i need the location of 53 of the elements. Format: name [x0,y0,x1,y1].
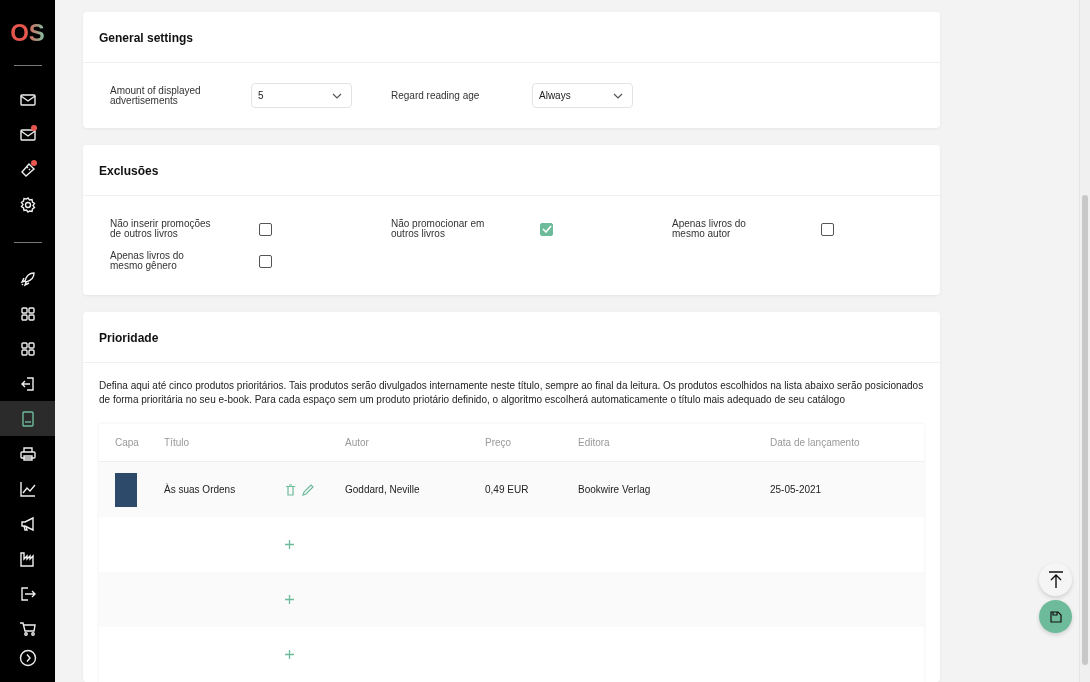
column-header: Autor [345,437,370,448]
field-label: Amount of displayed advertisements [110,85,202,106]
dropdown[interactable]: 5 [251,83,352,108]
grid-icon [18,339,37,358]
checkbox[interactable] [259,254,272,268]
notification-dot [31,160,37,166]
exit-icon [18,584,37,603]
column-header: Preço [485,437,513,448]
dropdown[interactable]: Always [532,83,633,108]
ticket-icon [18,160,37,179]
plus-icon [285,650,294,659]
grid-icon [18,304,37,323]
checkbox[interactable] [821,222,834,236]
line-chart-icon [18,479,37,498]
chevron-down-icon [613,92,623,99]
table-cell-text: Goddard, Neville [345,484,421,495]
checkbox-label: Não inserir promoções de outros livros [110,219,212,239]
card-title: General settings [83,12,940,63]
plus-icon [285,595,294,604]
arrow-up-icon [1047,571,1064,588]
factory-icon [18,549,37,568]
save-button[interactable] [1039,600,1072,633]
card-title: Prioridade [83,312,940,363]
column-header: Capa [114,437,140,448]
checkbox[interactable] [540,222,553,236]
table-cell-text: 25-05-2021 [770,484,823,495]
checkbox-label: Apenas livros do mesmo gênero [110,251,185,271]
notification-dot [31,125,37,131]
table-cell-text: Bookwire Verlag [578,484,652,495]
trash-icon [285,483,296,496]
settings-icon [18,195,37,214]
column-header: Data de lançamento [770,437,861,448]
megaphone-icon [18,514,37,533]
column-header: Editora [578,437,611,448]
chevron-down-icon [332,92,342,99]
card-title: Exclusões [83,145,940,196]
pencil-icon [302,483,314,496]
table-cell: Às suas Ordens [164,484,236,495]
column-header: Título [164,437,190,448]
scrollbar-thumb[interactable] [1082,195,1088,665]
table-cell-text: 0,49 EUR [485,484,530,495]
scroll-top-button[interactable] [1039,563,1072,596]
plus-icon [285,540,294,549]
cart-icon [18,619,37,638]
rocket-icon [18,269,37,288]
description-text: Defina aqui até cinco produtos prioritários. Tais produtos serão divulgados internamente neste título, sempre ao final da leitura. Os produtos escolhidos na lista abaixo serão posicionados de forma prioritária no seu e-book. Para cada espaço sem um produto priotário definido, o algoritmo escolherá automaticamente o título mais adequado de seu catálogo [99,379,924,407]
book-cover-placeholder [115,472,137,507]
printer-icon [18,444,37,463]
checkbox-label: Apenas livros do mesmo autor [672,219,747,239]
field-label: Regard reading age [391,90,481,101]
checkbox-label: Não promocionar em outros livros [391,219,486,239]
checkbox[interactable] [259,222,272,236]
chevron-right-icon [18,648,37,667]
